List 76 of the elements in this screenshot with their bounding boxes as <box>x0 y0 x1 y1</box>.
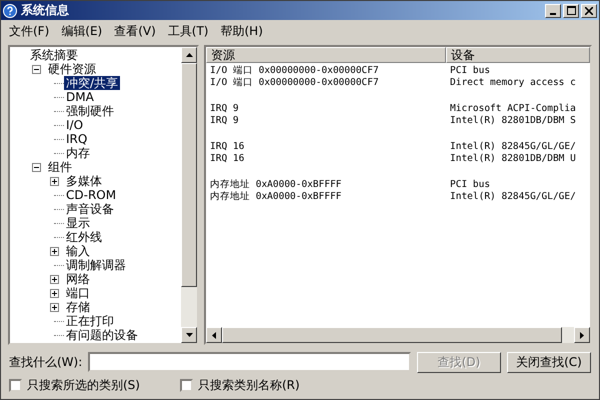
tree-item[interactable]: I/O <box>64 118 86 132</box>
menu-item[interactable]: 文件(F) <box>3 22 56 40</box>
menu-item[interactable]: 帮助(H) <box>214 22 269 40</box>
tree-item[interactable]: 存储 <box>64 300 92 314</box>
help-icon <box>3 4 17 18</box>
scroll-left-button[interactable] <box>206 327 222 343</box>
right-arrow-icon <box>580 332 584 338</box>
menu-item[interactable]: 查看(V) <box>108 22 162 40</box>
expander-icon[interactable] <box>50 176 59 186</box>
table-cell-text: 内存地址 0xA0000-0xBFFFF <box>209 178 343 190</box>
tree-item[interactable]: 显示 <box>64 216 92 230</box>
table-cell-text: Intel(R) 82845G/GL/GE/ <box>449 140 577 152</box>
table-cell-text: Intel(R) 82801DB/DBM U <box>449 152 577 164</box>
tree-item[interactable]: 强制硬件 <box>64 104 116 118</box>
tree-item[interactable]: 组件 <box>46 160 74 174</box>
tree-item[interactable]: 网络 <box>64 272 92 286</box>
search-field[interactable] <box>88 352 411 372</box>
tree-item[interactable]: 多媒体 <box>64 174 104 188</box>
table-cell-text: I/O 端口 0x00000000-0x00000CF7 <box>209 76 380 88</box>
expander-icon[interactable] <box>32 162 41 172</box>
scroll-thumb[interactable] <box>181 63 197 287</box>
tree-item[interactable]: 有问题的设备 <box>64 328 140 342</box>
tree-item[interactable]: 端口 <box>64 286 92 300</box>
close-button[interactable] <box>581 4 597 18</box>
table-cell-text: Intel(R) 82845G/GL/GE/ <box>449 190 577 202</box>
minimize-button[interactable] <box>545 4 561 18</box>
tree-item[interactable]: 声音设备 <box>64 202 116 216</box>
menu-item[interactable]: 编辑(E) <box>55 22 108 40</box>
scrollbar[interactable] <box>181 47 197 343</box>
tree-item[interactable]: CD-ROM <box>64 188 118 202</box>
tree-item[interactable]: DMA <box>64 90 96 104</box>
table-cell-text: Direct memory access c <box>449 76 577 88</box>
table-cell-text: PCI bus <box>449 64 492 76</box>
table-cell-text: 内存地址 0xA0000-0xBFFFF <box>209 190 343 202</box>
scroll-up-button[interactable] <box>181 47 197 63</box>
table-cell-text: IRQ 9 <box>209 102 240 114</box>
scroll-right-button[interactable] <box>574 327 590 343</box>
table-cell-text: I/O 端口 0x00000000-0x00000CF7 <box>209 64 380 76</box>
tree-item[interactable]: 正在打印 <box>64 314 116 328</box>
table-cell-text: Microsoft ACPI-Complia <box>449 102 577 114</box>
minimize-icon <box>550 12 556 14</box>
menu-item[interactable]: 工具(T) <box>162 22 214 40</box>
maximize-icon <box>566 6 576 15</box>
table-cell-text: PCI bus <box>449 178 492 190</box>
find-label: 查找什么(W): <box>9 354 82 370</box>
checkbox-label: 只搜索所选的类别(S) <box>27 377 140 394</box>
scroll-down-button[interactable] <box>181 327 197 343</box>
tree-item[interactable]: 调制解调器 <box>64 258 128 272</box>
expander-icon[interactable] <box>50 302 59 312</box>
checkbox[interactable] <box>180 379 193 392</box>
table-cell-text: IRQ 16 <box>209 152 246 164</box>
tree-item[interactable]: 冲突/共享 <box>64 76 120 90</box>
expander-icon[interactable] <box>50 288 59 298</box>
table-cell-text: Intel(R) 82801DB/DBM S <box>449 114 577 126</box>
close-icon <box>585 6 593 14</box>
expander-icon[interactable] <box>32 64 41 74</box>
tree-item[interactable]: 硬件资源 <box>46 62 98 76</box>
tree-item[interactable]: 系统摘要 <box>28 48 80 62</box>
table-cell-text: IRQ 16 <box>209 140 246 152</box>
expander-icon[interactable] <box>50 246 59 256</box>
column-header[interactable]: 设备 <box>446 47 590 63</box>
window-title: 系统信息 <box>21 2 70 19</box>
expander-icon[interactable] <box>50 274 59 284</box>
tree-item[interactable]: 红外线 <box>64 230 104 244</box>
checkbox[interactable] <box>9 379 22 392</box>
column-header[interactable]: 资源 <box>206 47 446 63</box>
up-arrow-icon <box>186 53 192 57</box>
tree-item[interactable]: IRQ <box>64 132 90 146</box>
close-find-button[interactable]: 关闭查找(C) <box>507 352 591 372</box>
checkbox-label: 只搜索类别名称(R) <box>198 377 300 394</box>
tree-item[interactable]: 输入 <box>64 244 92 258</box>
down-arrow-icon <box>186 333 192 337</box>
table-cell-text: IRQ 9 <box>209 114 240 126</box>
maximize-button[interactable] <box>563 4 579 18</box>
left-arrow-icon <box>212 332 216 338</box>
tree-item[interactable]: 内存 <box>64 146 92 160</box>
